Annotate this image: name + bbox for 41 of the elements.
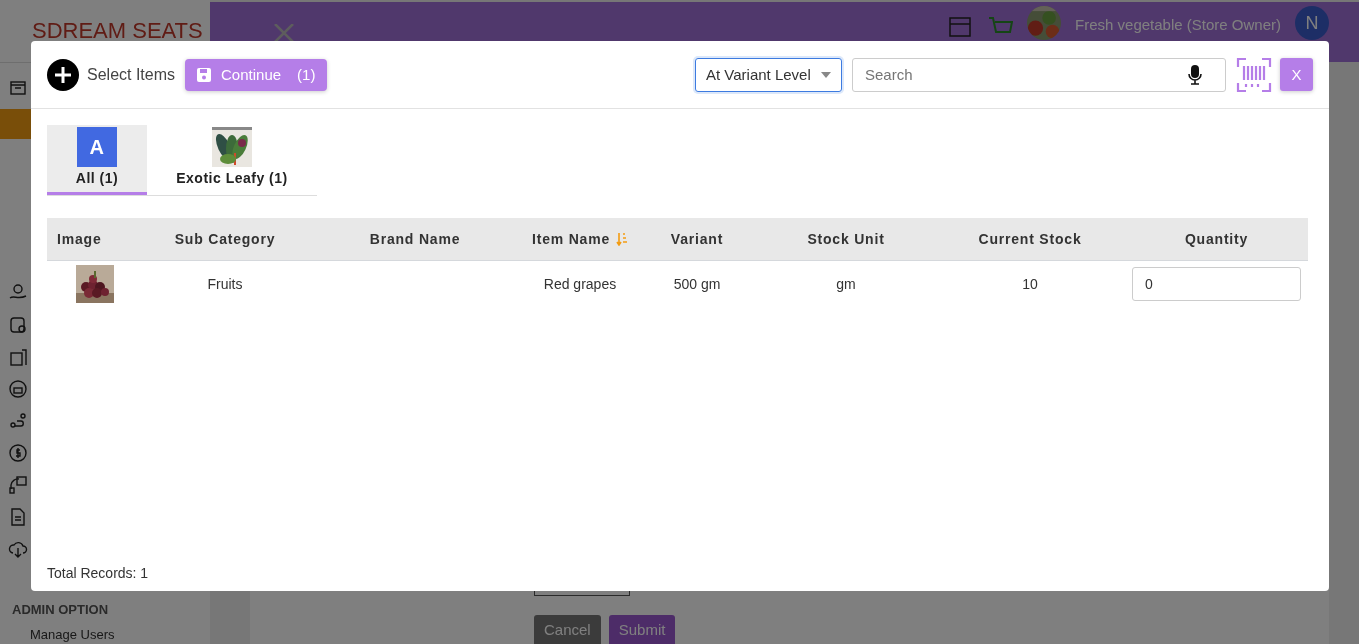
- caret-icon: [821, 71, 831, 78]
- column-header[interactable]: Item Name: [523, 218, 637, 261]
- column-header: Current Stock: [935, 218, 1125, 261]
- search-field[interactable]: Search: [852, 57, 1226, 92]
- submit-button[interactable]: Submit: [608, 615, 676, 644]
- column-header: Stock Unit: [757, 218, 935, 261]
- quantity-field[interactable]: 0: [1132, 267, 1301, 301]
- section-title: ADMIN OPTION: [11, 602, 110, 619]
- column-header: Brand Name: [307, 218, 523, 261]
- sidebar-item[interactable]: Manage Users: [0, 627, 210, 642]
- route-icon[interactable]: [8, 411, 28, 431]
- add-icon[interactable]: [47, 58, 79, 91]
- total-records: Total Records: 1: [47, 565, 149, 581]
- close-icon[interactable]: [274, 24, 294, 42]
- column-header: Sub Category: [143, 218, 307, 261]
- column-header: Image: [47, 218, 143, 261]
- save-icon: [197, 67, 212, 82]
- table-cell-text: Fruits: [206, 275, 244, 294]
- level-dropdown[interactable]: At Variant Level: [695, 57, 842, 92]
- modal-title: Select Items: [87, 65, 176, 84]
- table-cell-text: 10: [1021, 275, 1039, 294]
- table-cell-text: Red grapes: [542, 275, 618, 294]
- avatar[interactable]: N: [1295, 6, 1329, 40]
- store-name[interactable]: Fresh vegetable (Store Owner): [1075, 16, 1281, 33]
- category-tab[interactable]: A All (1): [47, 125, 147, 195]
- category-tab[interactable]: Exotic Leafy (1): [147, 125, 317, 195]
- close-button[interactable]: X: [1280, 58, 1313, 91]
- table-cell-text: 500 gm: [672, 275, 722, 294]
- barcode-icon[interactable]: [1236, 56, 1272, 93]
- microphone-icon[interactable]: [1188, 64, 1202, 85]
- letter-icon: A: [77, 127, 117, 167]
- building-icon[interactable]: [8, 347, 28, 367]
- column-header: Variant: [637, 218, 757, 261]
- column-header: Quantity: [1125, 218, 1308, 261]
- table-cell-text: gm: [835, 275, 857, 294]
- continue-button[interactable]: Continue (1): [185, 58, 328, 91]
- dollar-icon[interactable]: [8, 443, 28, 463]
- cancel-button[interactable]: Cancel: [534, 615, 601, 644]
- document-icon[interactable]: [8, 507, 28, 527]
- device-icon[interactable]: [8, 315, 28, 335]
- cloud-download-icon[interactable]: [8, 539, 28, 559]
